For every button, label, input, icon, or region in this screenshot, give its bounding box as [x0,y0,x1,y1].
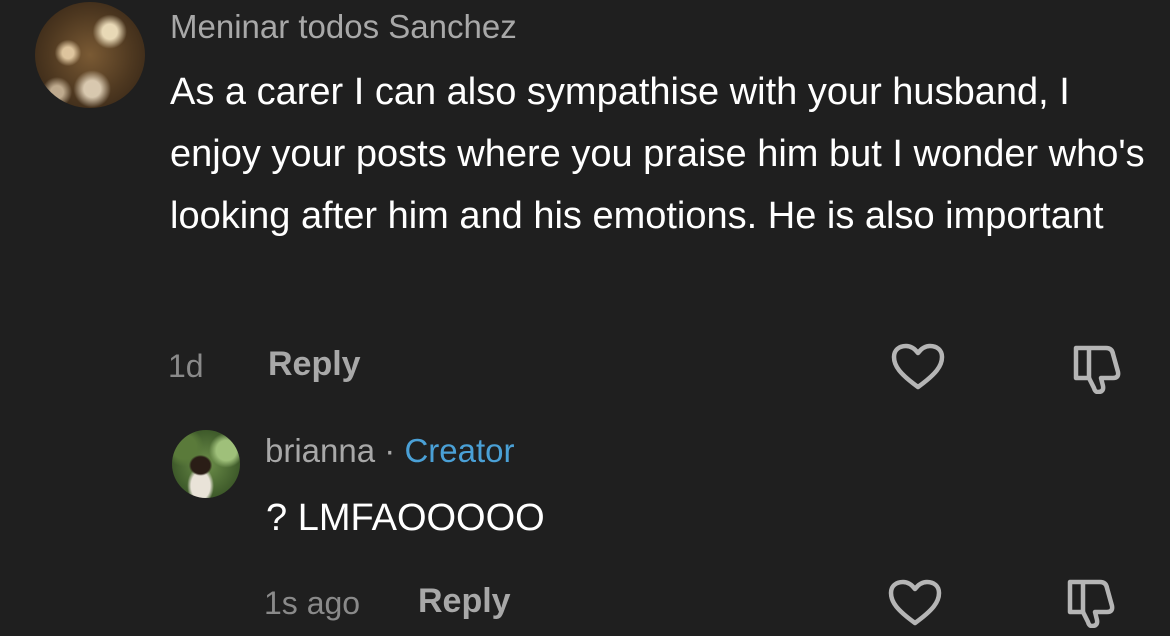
comment-username[interactable]: Meninar todos Sanchez [170,8,517,46]
reply-text: ? LMFAOOOOO [266,497,545,539]
reply-like-button[interactable] [887,578,943,628]
heart-icon [888,579,942,626]
thumbs-down-icon [1073,345,1121,394]
commenter-avatar[interactable] [35,2,145,108]
comment-dislike-button[interactable] [1068,342,1126,394]
thumbs-down-icon [1067,579,1115,628]
separator-dot: · [384,432,396,469]
creator-avatar[interactable] [172,430,240,498]
creator-badge: Creator [404,432,515,469]
comment-reply-button[interactable]: Reply [268,345,361,384]
comment-like-button[interactable] [890,342,946,392]
reply-reply-button[interactable]: Reply [418,582,511,621]
comment-timestamp: 1d [168,348,204,384]
reply-username[interactable]: brianna [265,432,375,469]
heart-icon [891,343,945,390]
reply-timestamp: 1s ago [264,585,361,621]
comment-text: As a carer I can also sympathise with yo… [170,71,1145,237]
reply-dislike-button[interactable] [1062,576,1120,628]
reply-header: brianna · Creator [265,432,514,470]
